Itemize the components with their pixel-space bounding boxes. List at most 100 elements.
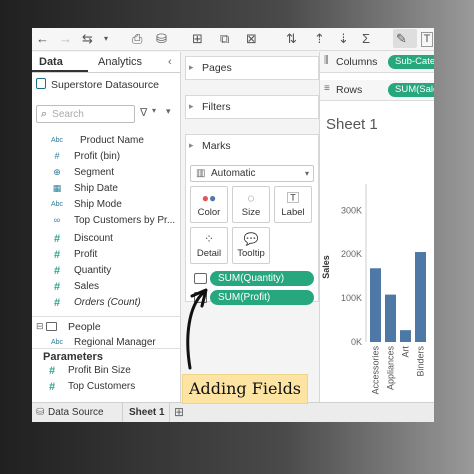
pill-sum-quantity[interactable]: SUM(Quantity)	[210, 271, 314, 286]
text-icon[interactable]: T	[421, 32, 433, 47]
pane-menu-icon[interactable]: ▾	[166, 106, 171, 117]
field-ship-mode[interactable]: Abc Ship Mode	[32, 199, 180, 214]
number-icon: #	[54, 151, 60, 161]
field-label: Profit	[74, 249, 98, 260]
number-icon: #	[48, 381, 56, 393]
button-label: Detail	[196, 248, 222, 259]
tab-sheet-1[interactable]: Sheet 1	[129, 407, 165, 418]
detail-small-icon: d	[194, 292, 207, 303]
tab-data-source[interactable]: Data Source	[48, 407, 104, 418]
redo-dropdown-icon[interactable]: ▾	[104, 31, 108, 47]
x-tick-label: Binders	[416, 346, 426, 377]
search-field[interactable]: ⌕ Search	[36, 105, 135, 123]
number-icon: #	[53, 265, 61, 277]
new-worksheet-icon[interactable]: ⊞	[192, 31, 203, 47]
rows-shelf[interactable]: ≡ Rows SUM(Sales)	[320, 80, 434, 101]
button-label: Label	[281, 207, 305, 218]
filters-card[interactable]: ▸ Filters	[185, 95, 319, 119]
forward-arrow-icon[interactable]: →	[59, 31, 72, 47]
sort-ascending-icon[interactable]: ⇡	[314, 31, 325, 47]
label-button[interactable]: 🅃 Label	[274, 186, 312, 223]
rows-label: Rows	[336, 84, 363, 96]
field-product-name[interactable]: Abc Product Name	[32, 135, 180, 150]
pages-card[interactable]: ▸ Pages	[185, 56, 319, 80]
x-tick-label: Accessories	[371, 346, 381, 395]
expand-icon: ▸	[189, 62, 194, 72]
detail-button[interactable]: ⁘ Detail	[190, 227, 228, 264]
string-icon: Abc	[50, 201, 64, 208]
param-profit-bin-size[interactable]: # Profit Bin Size	[32, 365, 180, 380]
datasource-icon	[36, 78, 46, 89]
size-icon: ◌	[247, 191, 255, 205]
field-profit[interactable]: # Profit	[32, 249, 180, 264]
datasource-tab-icon: ⛁	[36, 407, 45, 418]
data-pane: Data Analytics ‹ Superstore Datasource ⌕…	[32, 52, 181, 422]
tooltip-icon: 💬	[243, 232, 259, 246]
collapse-icon[interactable]: ⊟	[36, 321, 44, 332]
tab-analytics[interactable]: Analytics	[98, 56, 142, 68]
x-tick-label: Appliances	[386, 346, 396, 391]
new-datasource-icon[interactable]: ⛁	[156, 31, 167, 47]
tab-data[interactable]: Data	[39, 56, 63, 68]
parameters-header: Parameters	[32, 348, 180, 365]
filter-dropdown-icon[interactable]: ▾	[152, 106, 156, 115]
filter-icon[interactable]: ∇	[140, 106, 147, 119]
swap-icon[interactable]: ⇅	[286, 31, 297, 47]
mark-type-value: Automatic	[211, 168, 256, 179]
number-icon: #	[53, 249, 61, 261]
bar-chart: 300K 200K 100K 0K Accessories Appliances Art Bi…	[341, 184, 426, 395]
field-ship-date[interactable]: ▦ Ship Date	[32, 183, 180, 198]
number-icon: #	[53, 281, 61, 293]
field-label: Quantity	[74, 265, 112, 276]
y-tick-label: 100K	[341, 293, 362, 303]
new-sheet-icon[interactable]: ⊞	[174, 405, 184, 419]
label-icon: 🅃	[286, 191, 299, 205]
field-discount[interactable]: # Discount	[32, 233, 180, 248]
tooltip-small-icon: t	[194, 273, 207, 284]
rows-pill[interactable]: SUM(Sales)	[388, 83, 434, 97]
divider	[122, 403, 123, 422]
bar	[415, 252, 426, 342]
clear-sheet-icon[interactable]: ⊠	[246, 31, 257, 47]
param-top-customers[interactable]: # Top Customers	[32, 381, 180, 396]
folder-people[interactable]: ⊟ People	[32, 321, 180, 335]
tooltip-button[interactable]: 💬 Tooltip	[232, 227, 270, 264]
tableau-window: ← → ⇆ ▾ ⎙ ⛁ ⊞ ⧉ ⊠ ⇅ ⇡ ⇣ Σ ✎ T Data Analy…	[32, 28, 434, 422]
mark-type-dropdown[interactable]: ▥ Automatic ▾	[190, 165, 314, 182]
datasource-item[interactable]: Superstore Datasource	[36, 78, 159, 91]
number-icon: #	[53, 233, 61, 245]
totals-icon[interactable]: Σ	[362, 31, 370, 47]
redo-icon[interactable]: ⇆	[82, 31, 93, 47]
color-button[interactable]: ●● Color	[190, 186, 228, 223]
date-icon: ▦	[52, 183, 62, 193]
cards-pane: ▸ Pages ▸ Filters ▸ Marks ▥ Automatic ▾ …	[181, 52, 320, 422]
back-arrow-icon[interactable]: ←	[36, 31, 49, 47]
field-label: Top Customers by Pr...	[74, 215, 176, 226]
folder-label: People	[68, 321, 101, 333]
field-label: Segment	[74, 167, 115, 178]
pill-sum-profit[interactable]: SUM(Profit)	[210, 290, 314, 305]
marks-card: ▸ Marks ▥ Automatic ▾ ●● Color ◌ Size 🅃 …	[185, 134, 319, 305]
sort-descending-icon[interactable]: ⇣	[338, 31, 349, 47]
save-icon[interactable]: ⎙	[132, 31, 142, 47]
highlight-icon: ✎	[396, 31, 407, 46]
field-orders-count[interactable]: # Orders (Count)	[32, 297, 180, 312]
field-quantity[interactable]: # Quantity	[32, 265, 180, 280]
field-segment[interactable]: ⊕ Segment	[32, 167, 180, 182]
collapse-pane-icon[interactable]: ‹	[168, 56, 172, 68]
y-tick-label: 0K	[351, 337, 362, 347]
field-label: Profit (bin)	[74, 151, 121, 162]
size-button[interactable]: ◌ Size	[232, 186, 270, 223]
duplicate-icon[interactable]: ⧉	[220, 31, 229, 47]
columns-shelf[interactable]: ⫼ Columns Sub-Category	[320, 52, 434, 73]
field-profit-bin[interactable]: # Profit (bin)	[32, 151, 180, 166]
sheet-title: Sheet 1	[326, 116, 378, 133]
columns-icon: ⫼	[324, 55, 329, 66]
expand-icon: ▸	[189, 140, 194, 150]
active-tab-underline	[32, 70, 88, 72]
columns-pill[interactable]: Sub-Category	[388, 55, 434, 69]
field-top-customers[interactable]: ∞ Top Customers by Pr...	[32, 215, 180, 230]
x-tick-label: Art	[401, 346, 411, 358]
search-icon: ⌕	[41, 108, 48, 120]
field-sales[interactable]: # Sales	[32, 281, 180, 296]
